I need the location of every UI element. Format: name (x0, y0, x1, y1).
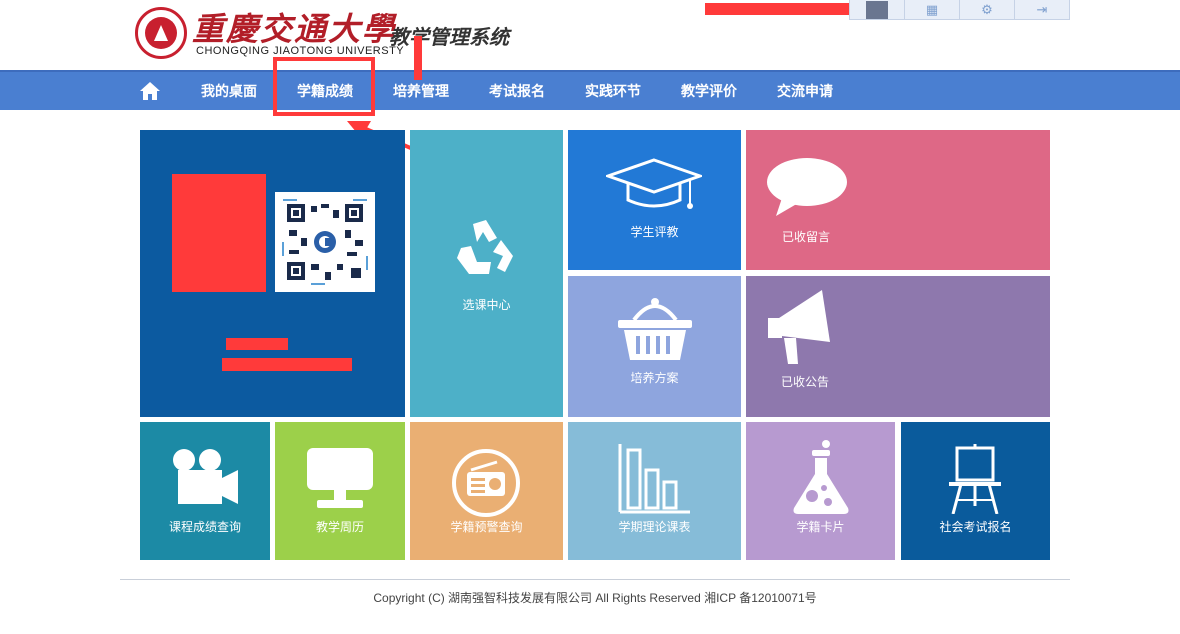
tile-status-card[interactable]: 学籍卡片 (746, 422, 895, 560)
page: 重慶交通大學 CHONGQING JIAOTONG UNIVERSTY 教学管理… (0, 0, 1180, 634)
tile-label: 已收公告 (780, 375, 829, 389)
tile-label: 培养方案 (630, 371, 679, 385)
tile-calendar[interactable]: 教学周历 (275, 422, 405, 560)
recycle-icon (457, 220, 513, 274)
flask-icon (793, 440, 849, 514)
university-name-cn: 重慶交通大學 (192, 10, 397, 48)
main-nav: 我的桌面 学籍成绩 培养管理 考试报名 实践环节 教学评价 交流申请 (0, 70, 1180, 110)
desk-lamp-icon (307, 448, 373, 508)
tile-student-eval[interactable]: 学生评教 (568, 130, 741, 270)
copyright-text: Copyright (C) 湖南强智科技发展有限公司 All Rights Re… (373, 591, 817, 605)
profile-tile (140, 130, 405, 417)
tile-label: 课程成绩查询 (168, 520, 241, 534)
tile-label: 学籍预警查询 (450, 520, 523, 534)
tile-label: 教学周历 (315, 520, 364, 534)
tile-training-plan[interactable]: 培养方案 (568, 276, 741, 417)
basket-icon (618, 298, 692, 360)
tile-theory-schedule[interactable]: 学期理论课表 (568, 422, 741, 560)
apps-grid-button[interactable]: ▦ (905, 0, 960, 19)
graduation-cap-icon (606, 158, 702, 209)
logout-icon: ⇥ (1036, 1, 1048, 17)
megaphone-icon (768, 290, 830, 364)
tile-social-exam[interactable]: 社会考试报名 (901, 422, 1050, 560)
footer-divider (120, 579, 1070, 580)
redacted-username (705, 3, 850, 15)
system-title: 教学管理系统 (389, 27, 509, 49)
tile-announcements[interactable]: 已收公告 (746, 276, 1050, 417)
avatar (866, 0, 888, 19)
gear-icon: ⚙ (981, 1, 993, 17)
bar-chart-icon (618, 444, 690, 514)
tile-course-select[interactable]: 选课中心 (410, 130, 563, 417)
university-name-en: CHONGQING JIAOTONG UNIVERSTY (196, 45, 405, 57)
tile-label: 社会考试报名 (939, 520, 1012, 534)
redacted-name (226, 338, 288, 350)
qr-code[interactable] (275, 192, 375, 292)
annotation-highlight-box (273, 57, 375, 116)
tile-warning-query[interactable]: 学籍预警查询 (410, 422, 563, 560)
tile-label: 学期理论课表 (618, 520, 691, 534)
tile-grade-query[interactable]: 课程成绩查询 (140, 422, 270, 560)
nav-item-teaching-eval[interactable]: 教学评价 (681, 72, 737, 110)
university-seal-logo (135, 7, 187, 59)
tile-messages[interactable]: 已收留言 (746, 130, 1050, 270)
easel-icon (949, 444, 1001, 514)
user-avatar-button[interactable] (850, 0, 905, 19)
annotation-bar (414, 36, 422, 80)
header: 重慶交通大學 CHONGQING JIAOTONG UNIVERSTY 教学管理… (0, 0, 1180, 70)
nav-item-desktop[interactable]: 我的桌面 (201, 72, 257, 110)
logout-button[interactable]: ⇥ (1015, 0, 1069, 19)
user-toolbar: ▦ ⚙ ⇥ (849, 0, 1070, 20)
tile-label: 选课中心 (462, 298, 511, 312)
radio-icon (452, 449, 520, 517)
redacted-info (222, 358, 352, 371)
video-camera-icon (173, 449, 238, 504)
tile-label: 已收留言 (781, 230, 830, 244)
nav-item-practice[interactable]: 实践环节 (585, 72, 641, 110)
home-icon[interactable] (140, 82, 160, 100)
qr-code-icon (282, 199, 368, 285)
nav-item-exchange[interactable]: 交流申请 (777, 72, 833, 110)
speech-bubble-icon (767, 158, 847, 216)
nav-item-exam-signup[interactable]: 考试报名 (489, 72, 545, 110)
redacted-photo (172, 174, 266, 292)
settings-button[interactable]: ⚙ (960, 0, 1015, 19)
tile-label: 学生评教 (630, 225, 679, 239)
grid-icon: ▦ (925, 1, 939, 17)
tile-label: 学籍卡片 (796, 520, 845, 534)
